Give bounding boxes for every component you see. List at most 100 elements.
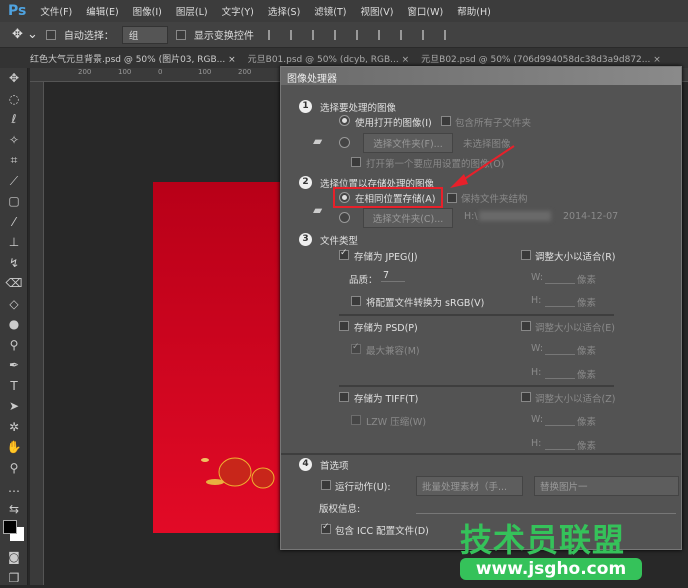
align-hcenter-icon[interactable] bbox=[356, 30, 364, 40]
include-icc-label: 包含 ICC 配置文件(D) bbox=[335, 523, 429, 537]
crop-tool-icon[interactable]: ⌗ bbox=[0, 150, 28, 171]
height-label: H: bbox=[531, 438, 541, 449]
dodge-tool-icon[interactable]: ⚲ bbox=[0, 335, 28, 356]
distribute-icon[interactable] bbox=[400, 30, 408, 40]
type-tool-icon[interactable]: T bbox=[0, 376, 28, 397]
healing-brush-icon[interactable]: ▢ bbox=[0, 191, 28, 212]
psd-height-input[interactable] bbox=[545, 378, 575, 379]
show-transform-checkbox[interactable] bbox=[176, 30, 186, 40]
align-bottom-icon[interactable] bbox=[312, 30, 320, 40]
hand-tool-icon[interactable]: ✋ bbox=[0, 437, 28, 458]
blur-tool-icon[interactable]: ● bbox=[0, 314, 28, 335]
ruler-label: 200 bbox=[78, 68, 91, 76]
stamp-tool-icon[interactable]: ⊥ bbox=[0, 232, 28, 253]
zoom-tool-icon[interactable]: ⚲ bbox=[0, 458, 28, 479]
select-dest-folder-radio[interactable] bbox=[339, 212, 350, 223]
action-dropdown[interactable]: 替换图片一 bbox=[534, 476, 679, 496]
pixel-unit: 像素 bbox=[577, 272, 596, 286]
menu-select[interactable]: 选择(S) bbox=[268, 4, 300, 18]
pen-tool-icon[interactable]: ✒ bbox=[0, 355, 28, 376]
tiff-height-input[interactable] bbox=[545, 449, 575, 450]
magic-wand-icon[interactable]: ✧ bbox=[0, 130, 28, 151]
eyedropper-icon[interactable]: ⟋ bbox=[0, 171, 28, 192]
menu-help[interactable]: 帮助(H) bbox=[457, 4, 491, 18]
include-icc-checkbox[interactable] bbox=[321, 524, 331, 534]
highlight-box bbox=[333, 187, 443, 208]
tab-document-3[interactable]: 元旦B02.psd @ 50% (706d994058dc38d3a9d872.… bbox=[421, 52, 661, 65]
document-tabs: 红色大气元旦背景.psd @ 50% (图片03, RGB... × 元旦B01… bbox=[0, 48, 688, 68]
convert-srgb-label: 将配置文件转换为 sRGB(V) bbox=[366, 295, 484, 309]
align-top-icon[interactable] bbox=[268, 30, 276, 40]
move-tool-icon[interactable]: ✥ ⌄ bbox=[12, 27, 38, 42]
include-subfolders-checkbox[interactable] bbox=[441, 116, 451, 126]
tab-document-1[interactable]: 红色大气元旦背景.psd @ 50% (图片03, RGB... × bbox=[30, 52, 236, 65]
distribute-icon[interactable] bbox=[444, 30, 452, 40]
move-tool-icon[interactable]: ✥ bbox=[0, 68, 28, 89]
menu-image[interactable]: 图像(I) bbox=[133, 4, 162, 18]
brush-tool-icon[interactable]: ⁄ bbox=[0, 212, 28, 233]
quick-mask-icon[interactable]: ◙ bbox=[0, 547, 28, 568]
resize-tiff-checkbox[interactable] bbox=[521, 392, 531, 402]
color-swatches[interactable] bbox=[0, 519, 28, 547]
menu-view[interactable]: 视图(V) bbox=[361, 4, 394, 18]
open-first-image-checkbox[interactable] bbox=[351, 157, 361, 167]
convert-srgb-checkbox[interactable] bbox=[351, 296, 361, 306]
menu-layer[interactable]: 图层(L) bbox=[176, 4, 208, 18]
quality-input[interactable]: 7 bbox=[381, 270, 405, 282]
save-tiff-checkbox[interactable] bbox=[339, 392, 349, 402]
menu-filter[interactable]: 滤镜(T) bbox=[314, 4, 346, 18]
dest-date: 2014-12-07 bbox=[563, 211, 618, 222]
width-label: W: bbox=[531, 343, 543, 354]
resize-jpeg-checkbox[interactable] bbox=[521, 250, 531, 260]
run-action-checkbox[interactable] bbox=[321, 480, 331, 490]
include-subfolders-label: 包含所有子文件夹 bbox=[455, 115, 531, 129]
menu-file[interactable]: 文件(F) bbox=[40, 4, 72, 18]
max-compat-checkbox[interactable] bbox=[351, 344, 361, 354]
lzw-checkbox[interactable] bbox=[351, 415, 361, 425]
paint-bucket-icon[interactable]: ◇ bbox=[0, 294, 28, 315]
eraser-icon[interactable]: ⌫ bbox=[0, 273, 28, 294]
red-arrow-annotation bbox=[440, 140, 520, 195]
save-psd-checkbox[interactable] bbox=[339, 321, 349, 331]
marquee-tool-icon[interactable]: ◌ bbox=[0, 89, 28, 110]
resize-jpeg-label: 调整大小以适合(R) bbox=[535, 249, 616, 263]
align-vcenter-icon[interactable] bbox=[290, 30, 298, 40]
lasso-tool-icon[interactable]: ℓ bbox=[0, 109, 28, 130]
swap-colors-icon[interactable]: ⇆ bbox=[0, 499, 28, 520]
align-right-icon[interactable] bbox=[378, 30, 386, 40]
menu-bar: Ps 文件(F) 编辑(E) 图像(I) 图层(L) 文字(Y) 选择(S) 滤… bbox=[0, 0, 688, 22]
width-label: W: bbox=[531, 272, 543, 283]
resize-psd-checkbox[interactable] bbox=[521, 321, 531, 331]
options-bar: ✥ ⌄ 自动选择： 组 显示变换控件 bbox=[0, 22, 688, 48]
align-left-icon[interactable] bbox=[334, 30, 342, 40]
pixel-unit: 像素 bbox=[577, 438, 596, 452]
select-dest-folder-button[interactable]: 选择文件夹(C)... bbox=[363, 208, 453, 228]
jpeg-height-input[interactable] bbox=[545, 306, 575, 307]
menu-edit[interactable]: 编辑(E) bbox=[86, 4, 118, 18]
action-set-dropdown[interactable]: 批量处理素材（手... bbox=[416, 476, 523, 496]
menu-window[interactable]: 窗口(W) bbox=[407, 4, 443, 18]
jpeg-width-input[interactable] bbox=[545, 283, 575, 284]
menu-type[interactable]: 文字(Y) bbox=[222, 4, 254, 18]
more-tools-icon[interactable]: … bbox=[0, 478, 28, 499]
auto-select-dropdown[interactable]: 组 bbox=[122, 26, 168, 44]
shape-tool-icon[interactable]: ✲ bbox=[0, 417, 28, 438]
save-psd-label: 存储为 PSD(P) bbox=[354, 320, 418, 334]
blurred-path bbox=[479, 211, 551, 221]
tab-document-2[interactable]: 元旦B01.psd @ 50% (dcyb, RGB... × bbox=[248, 52, 410, 65]
height-label: H: bbox=[531, 295, 541, 306]
copyright-input[interactable] bbox=[416, 513, 676, 514]
show-transform-label: 显示变换控件 bbox=[194, 27, 254, 42]
history-brush-icon[interactable]: ↯ bbox=[0, 253, 28, 274]
pixel-unit: 像素 bbox=[577, 343, 596, 357]
photoshop-logo: Ps bbox=[8, 3, 26, 19]
auto-select-checkbox[interactable] bbox=[46, 30, 56, 40]
use-open-images-radio[interactable] bbox=[339, 115, 350, 126]
lucky-bags-illustration bbox=[195, 440, 285, 490]
psd-width-input[interactable] bbox=[545, 354, 575, 355]
select-folder-radio[interactable] bbox=[339, 137, 350, 148]
distribute-icon[interactable] bbox=[422, 30, 430, 40]
path-select-icon[interactable]: ➤ bbox=[0, 396, 28, 417]
tiff-width-input[interactable] bbox=[545, 425, 575, 426]
save-jpeg-checkbox[interactable] bbox=[339, 250, 349, 260]
